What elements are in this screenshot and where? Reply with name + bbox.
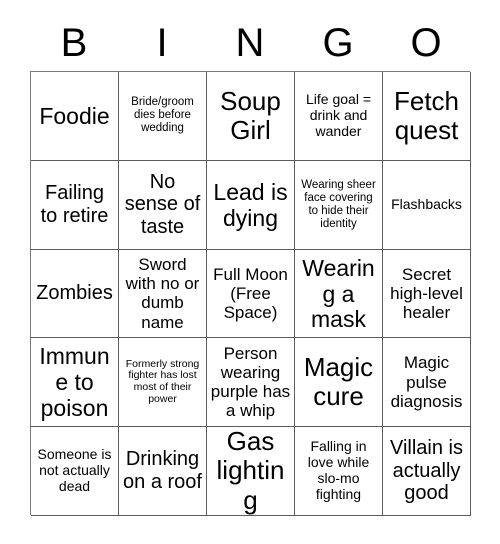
bingo-cell-r4c1[interactable]: Immune to poison <box>31 338 119 428</box>
bingo-cell-label: Lead is dying <box>213 178 288 231</box>
bingo-cell-r1c4[interactable]: Life goal = drink and wander <box>295 72 383 161</box>
bingo-cell-r5c1[interactable]: Someone is not actually dead <box>31 427 119 516</box>
bingo-cell-r4c5[interactable]: Magic pulse diagnosis <box>383 338 471 428</box>
bingo-header-row: B I N G O <box>30 18 470 68</box>
bingo-cell-label: Sword with no or dumb name <box>125 255 200 332</box>
bingo-cell-label: Life goal = drink and wander <box>306 91 371 139</box>
bingo-cell-label: Fetch quest <box>393 85 460 145</box>
bingo-cell-r1c2[interactable]: Bride/groom dies before wedding <box>119 72 207 161</box>
bingo-cell-r3c5[interactable]: Secret high-level healer <box>383 249 471 339</box>
bingo-cell-label: Immune to poison <box>39 343 110 422</box>
bingo-cell-label: Magic cure <box>303 351 374 412</box>
bingo-header-letter-g: G <box>322 21 354 65</box>
bingo-cell-label: No sense of taste <box>124 170 201 238</box>
bingo-cell-r3c4[interactable]: Wearing a mask <box>295 249 383 339</box>
bingo-cell-label: Secret high-level healer <box>390 264 463 323</box>
bingo-grid: Foodie Bride/groom dies before wedding Sou… <box>30 71 471 516</box>
bingo-cell-r1c1[interactable]: Foodie <box>31 72 119 161</box>
bingo-cell-label: Failing to retire <box>40 182 109 227</box>
bingo-cell-label: Magic pulse diagnosis <box>390 353 463 411</box>
bingo-cell-r5c2[interactable]: Drinking on a roof <box>119 427 207 516</box>
bingo-cell-r1c3[interactable]: Soup Girl <box>207 72 295 161</box>
bingo-cell-r5c3[interactable]: Gas lighting <box>207 427 295 516</box>
bingo-cell-r1c5[interactable]: Fetch quest <box>383 72 471 161</box>
bingo-cell-label: Falling in love while slo-mo fighting <box>307 438 370 502</box>
bingo-cell-label: Flashbacks <box>391 195 462 212</box>
bingo-header-letter-i: I <box>156 21 168 65</box>
bingo-cell-r2c5[interactable]: Flashbacks <box>383 160 471 250</box>
bingo-card: B I N G O Foodie Bride/groom dies before … <box>0 0 500 544</box>
bingo-cell-label: Wearing sheer face covering to hide thei… <box>301 178 376 230</box>
bingo-cell-label: Drinking on a roof <box>123 448 202 494</box>
bingo-cell-r2c4[interactable]: Wearing sheer face covering to hide thei… <box>295 160 383 250</box>
bingo-cell-label: Villain is actually good <box>390 437 463 505</box>
bingo-header-letter-b: B <box>60 21 88 65</box>
bingo-cell-label: Wearing a mask <box>302 254 375 333</box>
bingo-cell-label: Someone is not actually dead <box>37 446 112 494</box>
bingo-cell-r4c3[interactable]: Person wearing purple has a whip <box>207 338 295 428</box>
bingo-cell-label: Person wearing purple has a whip <box>210 343 291 421</box>
bingo-header-letter-n: N <box>235 21 265 65</box>
bingo-cell-r5c4[interactable]: Falling in love while slo-mo fighting <box>295 427 383 516</box>
bingo-cell-r3c3[interactable]: Full Moon (Free Space) <box>207 249 295 339</box>
bingo-cell-r3c1[interactable]: Zombies <box>31 249 119 339</box>
bingo-cell-label: Zombies <box>36 282 113 305</box>
bingo-header-letter-o: O <box>410 21 442 65</box>
bingo-cell-r3c2[interactable]: Sword with no or dumb name <box>119 249 207 339</box>
bingo-cell-r2c3[interactable]: Lead is dying <box>207 160 295 250</box>
bingo-cell-label: Full Moon (Free Space) <box>213 264 288 323</box>
bingo-cell-r2c1[interactable]: Failing to retire <box>31 160 119 250</box>
bingo-cell-label: Soup Girl <box>220 85 281 145</box>
bingo-cell-r5c5[interactable]: Villain is actually good <box>383 427 471 516</box>
bingo-cell-r4c2[interactable]: Formerly strong fighter has lost most of… <box>119 338 207 428</box>
bingo-cell-label: Formerly strong fighter has lost most of… <box>125 357 200 406</box>
bingo-cell-r2c2[interactable]: No sense of taste <box>119 160 207 250</box>
bingo-cell-label: Gas lighting <box>216 427 285 515</box>
bingo-cell-label: Foodie <box>39 102 110 129</box>
bingo-cell-label: Bride/groom dies before wedding <box>131 96 194 135</box>
bingo-cell-r4c4[interactable]: Magic cure <box>295 338 383 428</box>
